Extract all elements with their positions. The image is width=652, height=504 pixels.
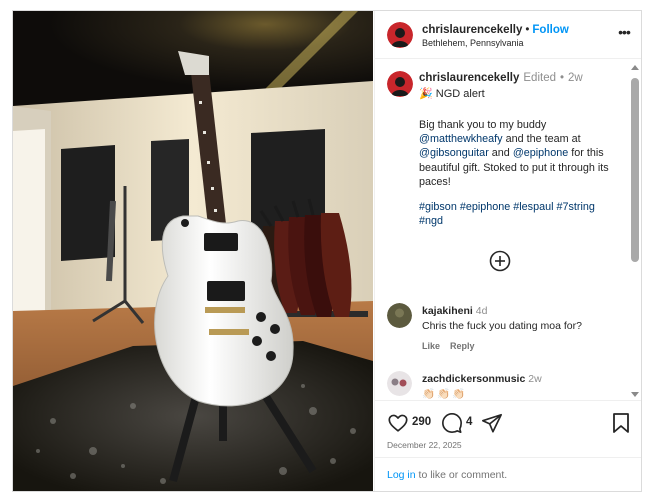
scrollbar-thumb[interactable] (631, 78, 639, 262)
like-heart-icon[interactable] (387, 412, 409, 434)
mention-matthewkheafy[interactable]: @matthewkheafy (419, 133, 503, 145)
caption-username[interactable]: chrislaurencekelly (419, 72, 519, 84)
comment-like-button[interactable]: Like (422, 341, 440, 351)
author-avatar[interactable] (387, 22, 413, 48)
caption-text: Big thank you to my buddy @matthewkheafy… (419, 118, 619, 189)
login-link[interactable]: Log in (387, 469, 416, 481)
hashtag-7string[interactable]: #7string (557, 201, 595, 213)
scrollbar-track[interactable] (631, 76, 639, 392)
comment-text: 👏🏻👏🏻👏🏻 (422, 388, 468, 400)
commenter-avatar-zachdickersonmusic[interactable] (387, 371, 412, 396)
caption-author-avatar[interactable] (387, 71, 413, 97)
comment-actions: Like Reply (422, 341, 485, 351)
comment-username[interactable]: kajakiheni (422, 305, 473, 317)
comment-count[interactable]: 4 (466, 416, 472, 428)
login-prompt-text: to like or comment. (415, 469, 508, 481)
more-options-icon[interactable]: ••• (615, 25, 633, 42)
comment-text: Chris the fuck you dating moa for? (422, 320, 582, 332)
caption-text-2: and the team at (502, 133, 581, 146)
like-count[interactable]: 290 (412, 416, 431, 428)
caption-text-1: Big thank you to my buddy (419, 119, 547, 131)
comment-time[interactable]: 2w (528, 373, 541, 385)
post-actions: 290 4 December 22, 2025 (375, 400, 641, 456)
party-popper-icon: 🎉 (419, 88, 433, 100)
post-side-panel: chrislaurencekelly • Follow Bethlehem, Pen… (374, 11, 641, 491)
mention-gibsonguitar[interactable]: @gibsonguitar (419, 147, 489, 159)
save-bookmark-icon[interactable] (611, 412, 631, 434)
caption-edited-label: Edited (523, 72, 556, 84)
post-photo[interactable] (13, 11, 373, 491)
load-more-comments-icon[interactable] (489, 250, 511, 272)
follow-button[interactable]: Follow (532, 24, 568, 36)
comment-header: kajakiheni 4d (422, 305, 487, 317)
hashtag-ngd[interactable]: #ngd (419, 215, 443, 227)
caption-hashtags: #gibson #epiphone #lespaul #7string #ngd (419, 200, 619, 228)
author-line: chrislaurencekelly • Follow (422, 24, 569, 36)
scroll-down-arrow-icon[interactable] (631, 392, 639, 397)
caption-text-3: and (488, 147, 513, 160)
comment-username[interactable]: zachdickersonmusic (422, 373, 525, 385)
comment-bubble-icon[interactable] (441, 412, 463, 434)
hashtag-epiphone[interactable]: #epiphone (460, 201, 510, 213)
hashtag-lespaul[interactable]: #lespaul (513, 201, 553, 213)
caption-header: chrislaurencekelly Edited • 2w (419, 72, 583, 84)
share-paper-plane-icon[interactable] (481, 412, 503, 434)
mention-epiphone[interactable]: @epiphone (513, 147, 568, 159)
caption-alert-text: NGD alert (435, 88, 485, 100)
post-frame: chrislaurencekelly • Follow Bethlehem, Pen… (12, 10, 642, 492)
post-header: chrislaurencekelly • Follow Bethlehem, Pen… (375, 11, 641, 59)
caption-dot: • (559, 72, 565, 84)
scroll-up-arrow-icon[interactable] (631, 65, 639, 70)
guitar-photo-image (13, 11, 373, 491)
author-username[interactable]: chrislaurencekelly (422, 24, 522, 36)
comment-time[interactable]: 4d (476, 305, 488, 317)
comment-reply-button[interactable]: Reply (450, 341, 475, 351)
comments-scroll-area[interactable]: chrislaurencekelly Edited • 2w 🎉 NGD alert … (375, 60, 641, 400)
caption-time[interactable]: 2w (568, 72, 583, 84)
caption-alert: 🎉 NGD alert (419, 87, 485, 100)
login-prompt: Log in to like or comment. (375, 457, 641, 491)
commenter-avatar-kajakiheni[interactable] (387, 303, 412, 328)
comment-header: zachdickersonmusic 2w (422, 373, 542, 385)
header-separator: • (525, 24, 530, 36)
hashtag-gibson[interactable]: #gibson (419, 201, 457, 213)
post-location[interactable]: Bethlehem, Pennsylvania (422, 38, 524, 48)
post-date[interactable]: December 22, 2025 (387, 440, 462, 450)
